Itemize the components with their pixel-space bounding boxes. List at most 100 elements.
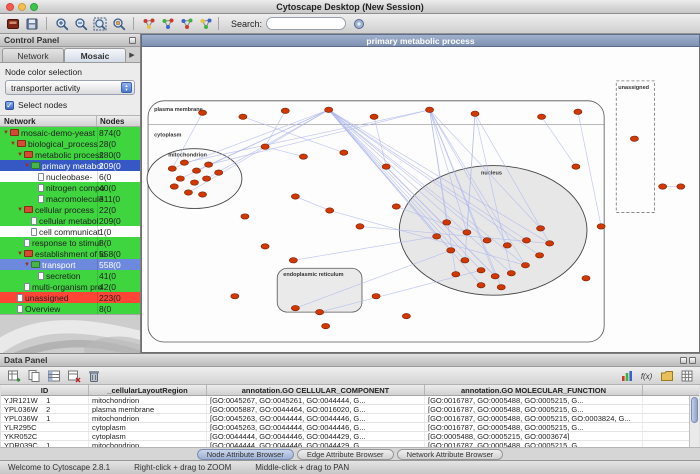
- tree-header: Network Nodes: [0, 116, 140, 127]
- zoom-in-icon[interactable]: [53, 16, 70, 32]
- tree-expand-icon[interactable]: ▼: [23, 163, 31, 169]
- zoom-out-icon[interactable]: [72, 16, 89, 32]
- tree-item-secretion[interactable]: secretion41(0: [0, 270, 140, 281]
- tree-item-nitrogen-compo[interactable]: nitrogen compo40(0: [0, 182, 140, 193]
- tree-expand-icon[interactable]: ▼: [16, 207, 24, 213]
- tree-expand-icon[interactable]: ▼: [16, 152, 24, 158]
- folder-red-icon: [24, 250, 33, 257]
- status-zoom-hint: Right-click + drag to ZOOM: [134, 463, 231, 472]
- new-network-icon[interactable]: [178, 16, 195, 32]
- float-panel-icon[interactable]: [680, 357, 687, 364]
- import-icon[interactable]: [658, 368, 675, 384]
- tab-network[interactable]: Network: [2, 48, 64, 62]
- close-window-button[interactable]: [6, 3, 14, 11]
- search-config-icon[interactable]: [350, 16, 367, 32]
- tree-item-cellular-metabol[interactable]: cellular metabol209(0: [0, 215, 140, 226]
- table-row[interactable]: YKR052Ccytoplasm[GO:0044444, GO:0044446,…: [1, 432, 699, 441]
- hide-selected-icon[interactable]: [159, 16, 176, 32]
- zoom-fit-icon[interactable]: [91, 16, 108, 32]
- minimize-window-button[interactable]: [18, 3, 26, 11]
- document-icon: [31, 217, 37, 225]
- tree-column-nodes[interactable]: Nodes: [97, 116, 124, 126]
- column-header-1[interactable]: ID: [1, 385, 89, 395]
- trash-icon[interactable]: [85, 368, 102, 384]
- tree-expand-icon[interactable]: ▼: [9, 141, 17, 147]
- tree-item-node-count: 280(0: [99, 150, 121, 160]
- save-icon[interactable]: [23, 16, 40, 32]
- zoom-window-button[interactable]: [30, 3, 38, 11]
- column-header-2[interactable]: _cellularLayoutRegion: [89, 385, 207, 395]
- node-color-select[interactable]: transporter activity ▲▼: [5, 80, 135, 95]
- birdseye-view[interactable]: [0, 314, 140, 353]
- tree-item-label: transport: [42, 260, 76, 270]
- network-svg[interactable]: plasma membranecytoplasmmitochondrionnuc…: [142, 47, 699, 352]
- table-cell: [GO:0044444, GO:0044446, GO:0044429, G..…: [207, 432, 425, 440]
- table-row[interactable]: YJR121W__1mitochondrion[GO:0045267, GO:0…: [1, 396, 699, 405]
- network-view-titlebar[interactable]: primary metabolic process: [141, 34, 700, 47]
- tree-item-unassigned[interactable]: unassigned223(0: [0, 292, 140, 303]
- tree-item-label: establishment of lo: [35, 249, 106, 259]
- tree-item-node-count: 209(0: [99, 216, 121, 226]
- column-header-4[interactable]: annotation.GO MOLECULAR_FUNCTION: [425, 385, 643, 395]
- tab-mosaic[interactable]: Mosaic: [64, 48, 126, 62]
- dropdown-arrows-icon: ▲▼: [121, 82, 132, 93]
- matrix-icon[interactable]: [678, 368, 695, 384]
- tree-item-response-to-stimul[interactable]: response to stimul8(0: [0, 237, 140, 248]
- window-titlebar[interactable]: Cytoscape Desktop (New Session): [0, 0, 700, 14]
- tab-edge-attribute-browser[interactable]: Edge Attribute Browser: [297, 449, 394, 460]
- column-header-3[interactable]: annotation.GO CELLULAR_COMPONENT: [207, 385, 425, 395]
- tree-item-biological-process[interactable]: ▼biological_process28(0: [0, 138, 140, 149]
- network-canvas[interactable]: plasma membranecytoplasmmitochondrionnuc…: [141, 47, 700, 353]
- close-panel-icon[interactable]: [689, 357, 696, 364]
- zoom-selected-icon[interactable]: [110, 16, 127, 32]
- chart-icon[interactable]: [618, 368, 635, 384]
- tree-expand-icon[interactable]: ▼: [16, 251, 24, 257]
- table-row[interactable]: YDR039C__1mitochondrion[GO:0044444, GO:0…: [1, 441, 699, 447]
- tree-expand-icon[interactable]: ▼: [23, 262, 31, 268]
- table-cell: [GO:0005887, GO:0044464, GO:0016020, G..…: [207, 405, 425, 413]
- attr-delete-icon[interactable]: [65, 368, 82, 384]
- vizmapper-icon[interactable]: [197, 16, 214, 32]
- svg-text:unassigned: unassigned: [618, 85, 649, 91]
- table-row[interactable]: YLR295Ccytoplasm[GO:0045263, GO:0044444,…: [1, 423, 699, 432]
- attr-copy-icon[interactable]: [25, 368, 42, 384]
- main-area: Control Panel NetworkMosaic▶ Node color …: [0, 34, 700, 353]
- control-panel-tabs: NetworkMosaic▶: [0, 47, 140, 63]
- tree-item-transport[interactable]: ▼transport558(0: [0, 259, 140, 270]
- tab-node-attribute-browser[interactable]: Node Attribute Browser: [197, 449, 294, 460]
- session-icon[interactable]: [4, 16, 21, 32]
- search-input[interactable]: [266, 17, 346, 30]
- tree-item-cellular-process[interactable]: ▼cellular process22(0: [0, 204, 140, 215]
- table-cell: YPL036W__2: [1, 405, 89, 413]
- table-scrollbar[interactable]: [689, 396, 699, 447]
- tree-item-establishment-of-lo[interactable]: ▼establishment of lo558(0: [0, 248, 140, 259]
- cytoscape-window: Cytoscape Desktop (New Session) Search: …: [0, 0, 700, 474]
- tree-expand-icon[interactable]: ▼: [2, 130, 10, 136]
- scrollbar-thumb[interactable]: [691, 397, 698, 423]
- node-color-value: transporter activity: [11, 83, 80, 93]
- function-icon[interactable]: f(x): [638, 368, 655, 384]
- tree-item-metabolic-process[interactable]: ▼metabolic process280(0: [0, 149, 140, 160]
- tree-item-multi-organism-pro[interactable]: multi-organism pro42(0: [0, 281, 140, 292]
- folder-red-icon: [24, 151, 33, 158]
- first-neighbors-icon[interactable]: [140, 16, 157, 32]
- table-cell: [GO:0045267, GO:0045261, GO:0044444, G..…: [207, 396, 425, 404]
- tree-column-network[interactable]: Network: [0, 116, 97, 126]
- attr-select-icon[interactable]: [45, 368, 62, 384]
- table-row[interactable]: YPL036W__1mitochondrion[GO:0045263, GO:0…: [1, 414, 699, 423]
- status-bar: Welcome to Cytoscape 2.8.1 Right-click +…: [0, 460, 700, 474]
- tree-item-primary-metabol[interactable]: ▼primary metabol209(0: [0, 160, 140, 171]
- tab-network-attribute-browser[interactable]: Network Attribute Browser: [397, 449, 504, 460]
- table-row[interactable]: YPL036W__2plasma membrane[GO:0005887, GO…: [1, 405, 699, 414]
- toolbar-separator: [133, 17, 134, 30]
- attr-create-icon[interactable]: [5, 368, 22, 384]
- tree-item-overview[interactable]: Overview8(0: [0, 303, 140, 314]
- tab-overflow-button[interactable]: ▶: [126, 48, 138, 62]
- float-panel-icon[interactable]: [129, 37, 136, 44]
- tree-item-mosaic-demo-yeast[interactable]: ▼mosaic-demo-yeast874(0: [0, 127, 140, 138]
- table-cell: cytoplasm: [89, 423, 207, 431]
- tree-item-nucleobase[interactable]: nucleobase-6(0: [0, 171, 140, 182]
- tree-item-cell-communicat[interactable]: cell communicat1(0: [0, 226, 140, 237]
- select-nodes-checkbox[interactable]: ✓ Select nodes: [5, 100, 135, 110]
- tree-item-macromolecule[interactable]: macromolecule311(0: [0, 193, 140, 204]
